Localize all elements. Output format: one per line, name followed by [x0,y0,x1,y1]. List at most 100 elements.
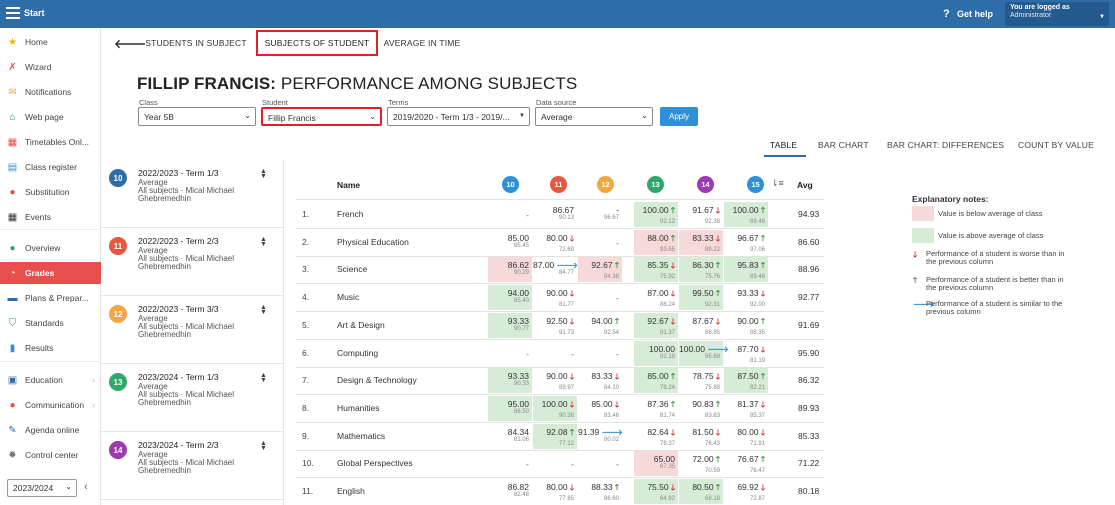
grade-cell[interactable]: 86.62 90.29 [488,257,532,282]
grade-cell[interactable]: 100.00 🡑 92.12 [634,202,678,227]
term-column-badge[interactable]: 10 [502,176,519,193]
grade-cell[interactable]: 87.50 🡑 82.21 [724,368,768,393]
get-help-link[interactable]: Get help [957,9,993,19]
grade-cell[interactable]: 93.33 90.33 [488,368,532,393]
grade-cell[interactable]: - [578,230,622,255]
sidebar-item-control-center[interactable]: ✹ Control center [0,444,101,466]
grade-cell[interactable]: 80.00 🡓 77.65 [533,479,577,504]
terms-select[interactable]: 2019/2020 - Term 1/3 - 2019/... ▼ [387,107,530,126]
view-tab-count-by-value[interactable]: COUNT BY VALUE [1018,140,1094,150]
sidebar-item-timetables-onl[interactable]: ▦ Timetables Onl... [0,131,101,153]
grade-cell[interactable]: 72.00 🡑 70.59 [679,451,723,476]
sidebar-item-agenda-online[interactable]: ✎ Agenda online [0,419,101,441]
grade-cell[interactable]: 90.00 🡓 81.77 [533,285,577,310]
grade-cell[interactable]: 82.64 🡓 78.37 [634,424,678,449]
grade-cell[interactable]: 65.00 67.35 [634,451,678,476]
grade-cell[interactable]: 92.67 🡑 94.38 [578,257,622,282]
grade-cell[interactable]: 76.67 🡑 76.47 [724,451,768,476]
grade-cell[interactable]: 87.00 🡒 84.77 [533,257,578,282]
grade-cell[interactable]: 87.70 🡓 81.19 [724,341,768,366]
term-column-badge[interactable]: 11 [550,176,567,193]
reorder-icon[interactable]: ▲ ▼ [260,168,267,180]
grade-cell[interactable]: - [488,451,532,476]
tab-subjects-of-student[interactable]: SUBJECTS OF STUDENT [256,30,378,56]
grade-cell[interactable]: 86.82 82.48 [488,479,532,504]
grade-cell[interactable]: 86.67 90.13 [533,202,577,227]
sidebar-item-web-page[interactable]: ⌂ Web page [0,106,101,128]
grade-cell[interactable]: 78.75 🡓 75.88 [679,368,723,393]
grade-cell[interactable]: 80.50 🡑 68.18 [679,479,723,504]
class-select[interactable]: Year 5B ⌄ [138,107,256,126]
term-item[interactable]: 10 2022/2023 - Term 1/3 Average All subject… [101,160,284,228]
sidebar-item-home[interactable]: ★ Home [0,31,101,53]
grade-cell[interactable]: - [488,202,532,227]
term-item[interactable]: 14 2023/2024 - Term 2/3 Average All subject… [101,432,284,500]
grade-cell[interactable]: 100.00 🡓 90.38 [533,396,577,421]
grade-cell[interactable]: 83.33 🡓 84.10 [578,368,622,393]
grade-cell[interactable]: 95.83 🡑 89.46 [724,257,768,282]
grade-cell[interactable]: 75.50 🡓 64.92 [634,479,678,504]
grade-cell[interactable]: 92.50 🡓 91.73 [533,313,577,338]
tab-students-in-subject[interactable]: STUDENTS IN SUBJECT [140,30,252,56]
reorder-icon[interactable]: ▲ ▼ [260,236,267,248]
grade-cell[interactable]: 88.33 🡑 86.60 [578,479,622,504]
grade-cell[interactable]: - [578,285,622,310]
collapse-sidebar-icon[interactable]: ‹ [84,481,88,493]
grade-cell[interactable]: 99.50 🡑 92.31 [679,285,723,310]
start-link[interactable]: Start [24,8,45,18]
sidebar-item-education[interactable]: ▣ Education › [0,369,101,391]
sidebar-item-results[interactable]: ▮ Results [0,337,101,359]
grade-cell[interactable]: -96.67 [578,202,622,227]
grade-cell[interactable]: 69.92 🡓 72.87 [724,479,768,504]
data-source-select[interactable]: Average ⌄ [535,107,653,126]
view-tab-table[interactable]: TABLE [770,140,797,150]
sidebar-item-grades[interactable]: ◔ Grades [0,262,101,284]
grade-cell[interactable]: 87.67 🡓 88.85 [679,313,723,338]
reorder-icon[interactable]: ▲ ▼ [260,372,267,384]
view-tab-bar-chart-differences[interactable]: BAR CHART: DIFFERENCES [887,140,1004,150]
reorder-icon[interactable]: ▲ ▼ [260,440,267,452]
term-item[interactable]: 11 2022/2023 - Term 2/3 Average All subject… [101,228,284,296]
grade-cell[interactable]: 81.37 🡓 85.37 [724,396,768,421]
grade-cell[interactable]: 96.67 🡑 97.06 [724,230,768,255]
help-icon[interactable]: ? [943,8,950,20]
grade-cell[interactable]: 85.00 🡓 83.46 [578,396,622,421]
term-item[interactable]: 13 2023/2024 - Term 1/3 Average All subject… [101,364,284,432]
term-column-badge[interactable]: 13 [647,176,664,193]
grade-cell[interactable]: 94.00 85.40 [488,285,532,310]
view-tab-bar-chart[interactable]: BAR CHART [818,140,869,150]
sidebar-item-standards[interactable]: ⛉ Standards [0,312,101,334]
grade-cell[interactable]: 100.00 92.19 [634,341,678,366]
sidebar-item-wizard[interactable]: ✗ Wizard [0,56,101,78]
school-year-select[interactable]: 2023/2024 ⌄ [7,479,77,497]
grade-cell[interactable]: 80.00 🡓 71.91 [724,424,768,449]
grade-cell[interactable]: 90.00 🡑 88.35 [724,313,768,338]
hamburger-menu-icon[interactable] [6,7,20,19]
user-menu[interactable]: You are logged as Administrator ▼ [1005,2,1109,26]
grade-cell[interactable]: 100.00 🡑 89.46 [724,202,768,227]
grade-cell[interactable]: 94.00 🡑 92.54 [578,313,622,338]
sidebar-item-class-register[interactable]: ▤ Class register [0,156,101,178]
grade-cell[interactable]: 83.33 🡓 89.22 [679,230,723,255]
sidebar-item-communication[interactable]: ● Communication › [0,394,101,416]
sort-filter-icon[interactable]: ⇂≡ [771,178,784,189]
term-column-badge[interactable]: 14 [697,176,714,193]
grade-cell[interactable]: 100.00 🡒 95.69 [679,341,729,366]
grade-cell[interactable]: 88.00 🡑 93.65 [634,230,678,255]
grade-cell[interactable]: 91.67 🡓 92.38 [679,202,723,227]
term-column-badge[interactable]: 15 [747,176,764,193]
grade-cell[interactable]: 87.36 🡑 81.74 [634,396,678,421]
name-column-header[interactable]: Name [337,180,360,190]
grade-cell[interactable]: - [533,451,577,476]
tab-average-in-time[interactable]: AVERAGE IN TIME [380,30,464,56]
grade-cell[interactable]: - [578,341,622,366]
student-select[interactable]: Fillip Francis ⌄ [261,107,382,126]
grade-cell[interactable]: 93.33 🡓 92.00 [724,285,768,310]
grade-cell[interactable]: 80.00 🡓 72.69 [533,230,577,255]
apply-button[interactable]: Apply [660,107,698,126]
grade-cell[interactable]: - [578,451,622,476]
term-column-badge[interactable]: 12 [597,176,614,193]
grade-cell[interactable]: 93.33 90.77 [488,313,532,338]
grade-cell[interactable]: 85.00 🡑 78.24 [634,368,678,393]
term-item[interactable]: 12 2022/2023 - Term 3/3 Average All subject… [101,296,284,364]
